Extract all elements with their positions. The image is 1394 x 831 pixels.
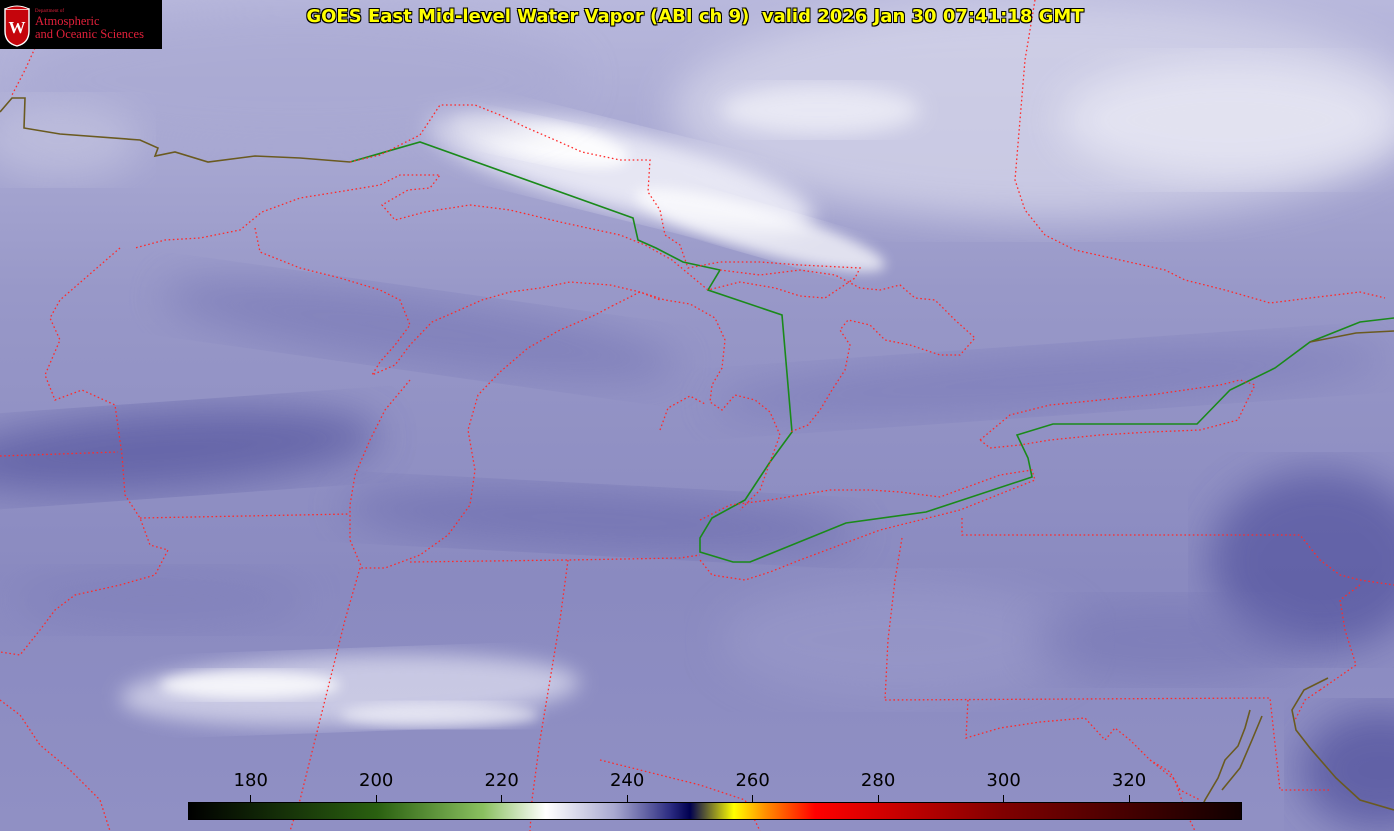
colorbar-tick-mark [877,795,879,802]
colorbar-tick-label: 220 [484,770,519,791]
colorbar-tick-labels: 180 200 220 240 260 280 300 320 [0,770,1394,794]
colorbar-tick-mark [752,795,754,802]
temperature-colorbar [188,802,1242,820]
colorbar-tick-mark [250,795,252,802]
image-title: GOES East Mid-level Water Vapor (ABI ch … [306,6,1084,27]
water-vapor-map [0,0,1394,831]
colorbar-tick-mark [1128,795,1130,802]
colorbar-tick-mark [626,795,628,802]
satellite-map-view: W Department of Atmospheric and Oceanic … [0,0,1394,831]
colorbar-tick-mark [501,795,503,802]
colorbar-tick-label: 200 [359,770,394,791]
colorbar-tick-label: 320 [1111,770,1147,791]
colorbar-tick-mark [1003,795,1005,802]
colorbar-tick-label: 260 [735,770,770,791]
colorbar-tick-label: 240 [609,770,645,791]
colorbar-tick-label: 180 [233,770,268,791]
colorbar-tick-label: 300 [986,770,1021,791]
colorbar-tick-mark [375,795,377,802]
colorbar-tick-label: 280 [860,770,896,791]
logo-line2: and Oceanic Sciences [35,27,144,41]
